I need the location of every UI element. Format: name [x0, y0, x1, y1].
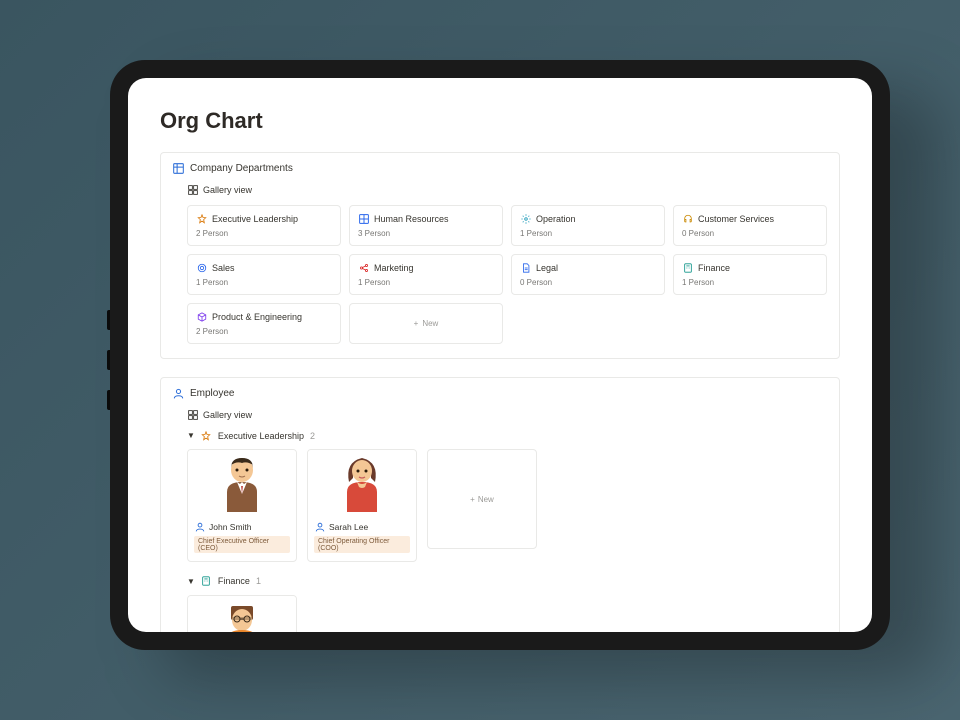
employee-name: John Smith — [209, 522, 252, 532]
departments-grid: Executive Leadership 2 Person Human Resour… — [187, 205, 827, 344]
departments-database: Company Departments Gallery view Executi… — [160, 152, 840, 359]
new-employee-button[interactable]: +New — [427, 449, 537, 549]
person-icon — [173, 388, 184, 399]
department-name: Human Resources — [374, 214, 449, 224]
person-icon — [194, 521, 205, 532]
cube-icon — [196, 311, 207, 322]
employee-db-title-row: Employee — [173, 388, 827, 399]
group-count: 1 — [256, 576, 261, 586]
department-card[interactable]: Sales 1 Person — [187, 254, 341, 295]
department-card[interactable]: Human Resources 3 Person — [349, 205, 503, 246]
group-count: 2 — [310, 431, 315, 441]
employee-role: Chief Executive Officer (CEO) — [194, 536, 290, 553]
departments-view-label: Gallery view — [203, 185, 252, 195]
department-card[interactable]: Finance 1 Person — [673, 254, 827, 295]
page-title: Org Chart — [160, 108, 840, 134]
department-card[interactable]: Operation 1 Person — [511, 205, 665, 246]
group-name: Finance — [218, 576, 250, 586]
tablet-side-buttons — [107, 310, 110, 410]
employee-role: Chief Operating Officer (COO) — [314, 536, 410, 553]
department-count: 0 Person — [682, 229, 818, 238]
new-label: New — [478, 495, 494, 504]
star-icon — [196, 213, 207, 224]
departments-view-row[interactable]: Gallery view — [187, 184, 827, 195]
employee-database: Employee Gallery view ▼ Executive Leaders… — [160, 377, 840, 632]
employee-avatar — [188, 450, 296, 516]
app-screen: Org Chart Company Departments Gallery vi… — [128, 78, 872, 632]
employee-view-row[interactable]: Gallery view — [187, 409, 827, 420]
department-card[interactable]: Marketing 1 Person — [349, 254, 503, 295]
department-card[interactable]: Legal 0 Person — [511, 254, 665, 295]
calc-icon — [201, 576, 212, 587]
departments-db-title: Company Departments — [190, 163, 293, 174]
plus-icon: + — [470, 495, 475, 504]
employee-grid — [187, 595, 827, 633]
employee-group-header[interactable]: ▼ Finance 1 — [187, 576, 827, 587]
department-name: Executive Leadership — [212, 214, 298, 224]
employee-avatar — [188, 596, 296, 633]
employee-card[interactable]: John Smith Chief Executive Officer (CEO) — [187, 449, 297, 562]
employee-name: Sarah Lee — [329, 522, 368, 532]
departments-db-title-row: Company Departments — [173, 163, 827, 174]
department-count: 2 Person — [196, 229, 332, 238]
department-name: Finance — [698, 263, 730, 273]
gear-icon — [520, 213, 531, 224]
department-name: Operation — [536, 214, 576, 224]
department-count: 1 Person — [520, 229, 656, 238]
employee-grid: John Smith Chief Executive Officer (CEO) S… — [187, 449, 827, 562]
department-name: Marketing — [374, 263, 414, 273]
employee-groups: ▼ Executive Leadership 2 John Smith Chief Ex… — [173, 430, 827, 632]
database-icon — [173, 163, 184, 174]
department-count: 3 Person — [358, 229, 494, 238]
plus-icon: + — [414, 319, 419, 328]
headset-icon — [682, 213, 693, 224]
department-name: Customer Services — [698, 214, 774, 224]
collapse-toggle-icon[interactable]: ▼ — [187, 577, 195, 586]
employee-card[interactable]: Sarah Lee Chief Operating Officer (COO) — [307, 449, 417, 562]
employee-group-header[interactable]: ▼ Executive Leadership 2 — [187, 430, 827, 441]
employee-db-title: Employee — [190, 388, 234, 399]
grid-icon — [358, 213, 369, 224]
department-card[interactable]: Executive Leadership 2 Person — [187, 205, 341, 246]
department-count: 1 Person — [682, 278, 818, 287]
collapse-toggle-icon[interactable]: ▼ — [187, 431, 195, 440]
star-icon — [201, 430, 212, 441]
department-card[interactable]: Product & Engineering 2 Person — [187, 303, 341, 344]
department-name: Product & Engineering — [212, 312, 302, 322]
calc-icon — [682, 262, 693, 273]
new-label: New — [422, 319, 438, 328]
employee-avatar — [308, 450, 416, 516]
department-card[interactable]: Customer Services 0 Person — [673, 205, 827, 246]
department-name: Legal — [536, 263, 558, 273]
tablet-frame: Org Chart Company Departments Gallery vi… — [110, 60, 890, 650]
gallery-icon — [187, 409, 198, 420]
gallery-icon — [187, 184, 198, 195]
doc-icon — [520, 262, 531, 273]
new-department-button[interactable]: +New — [349, 303, 503, 344]
department-count: 2 Person — [196, 327, 332, 336]
department-count: 1 Person — [196, 278, 332, 287]
group-name: Executive Leadership — [218, 431, 304, 441]
department-name: Sales — [212, 263, 235, 273]
target-icon — [196, 262, 207, 273]
person-icon — [314, 521, 325, 532]
employee-view-label: Gallery view — [203, 410, 252, 420]
department-count: 1 Person — [358, 278, 494, 287]
employee-card[interactable] — [187, 595, 297, 633]
department-count: 0 Person — [520, 278, 656, 287]
share-icon — [358, 262, 369, 273]
